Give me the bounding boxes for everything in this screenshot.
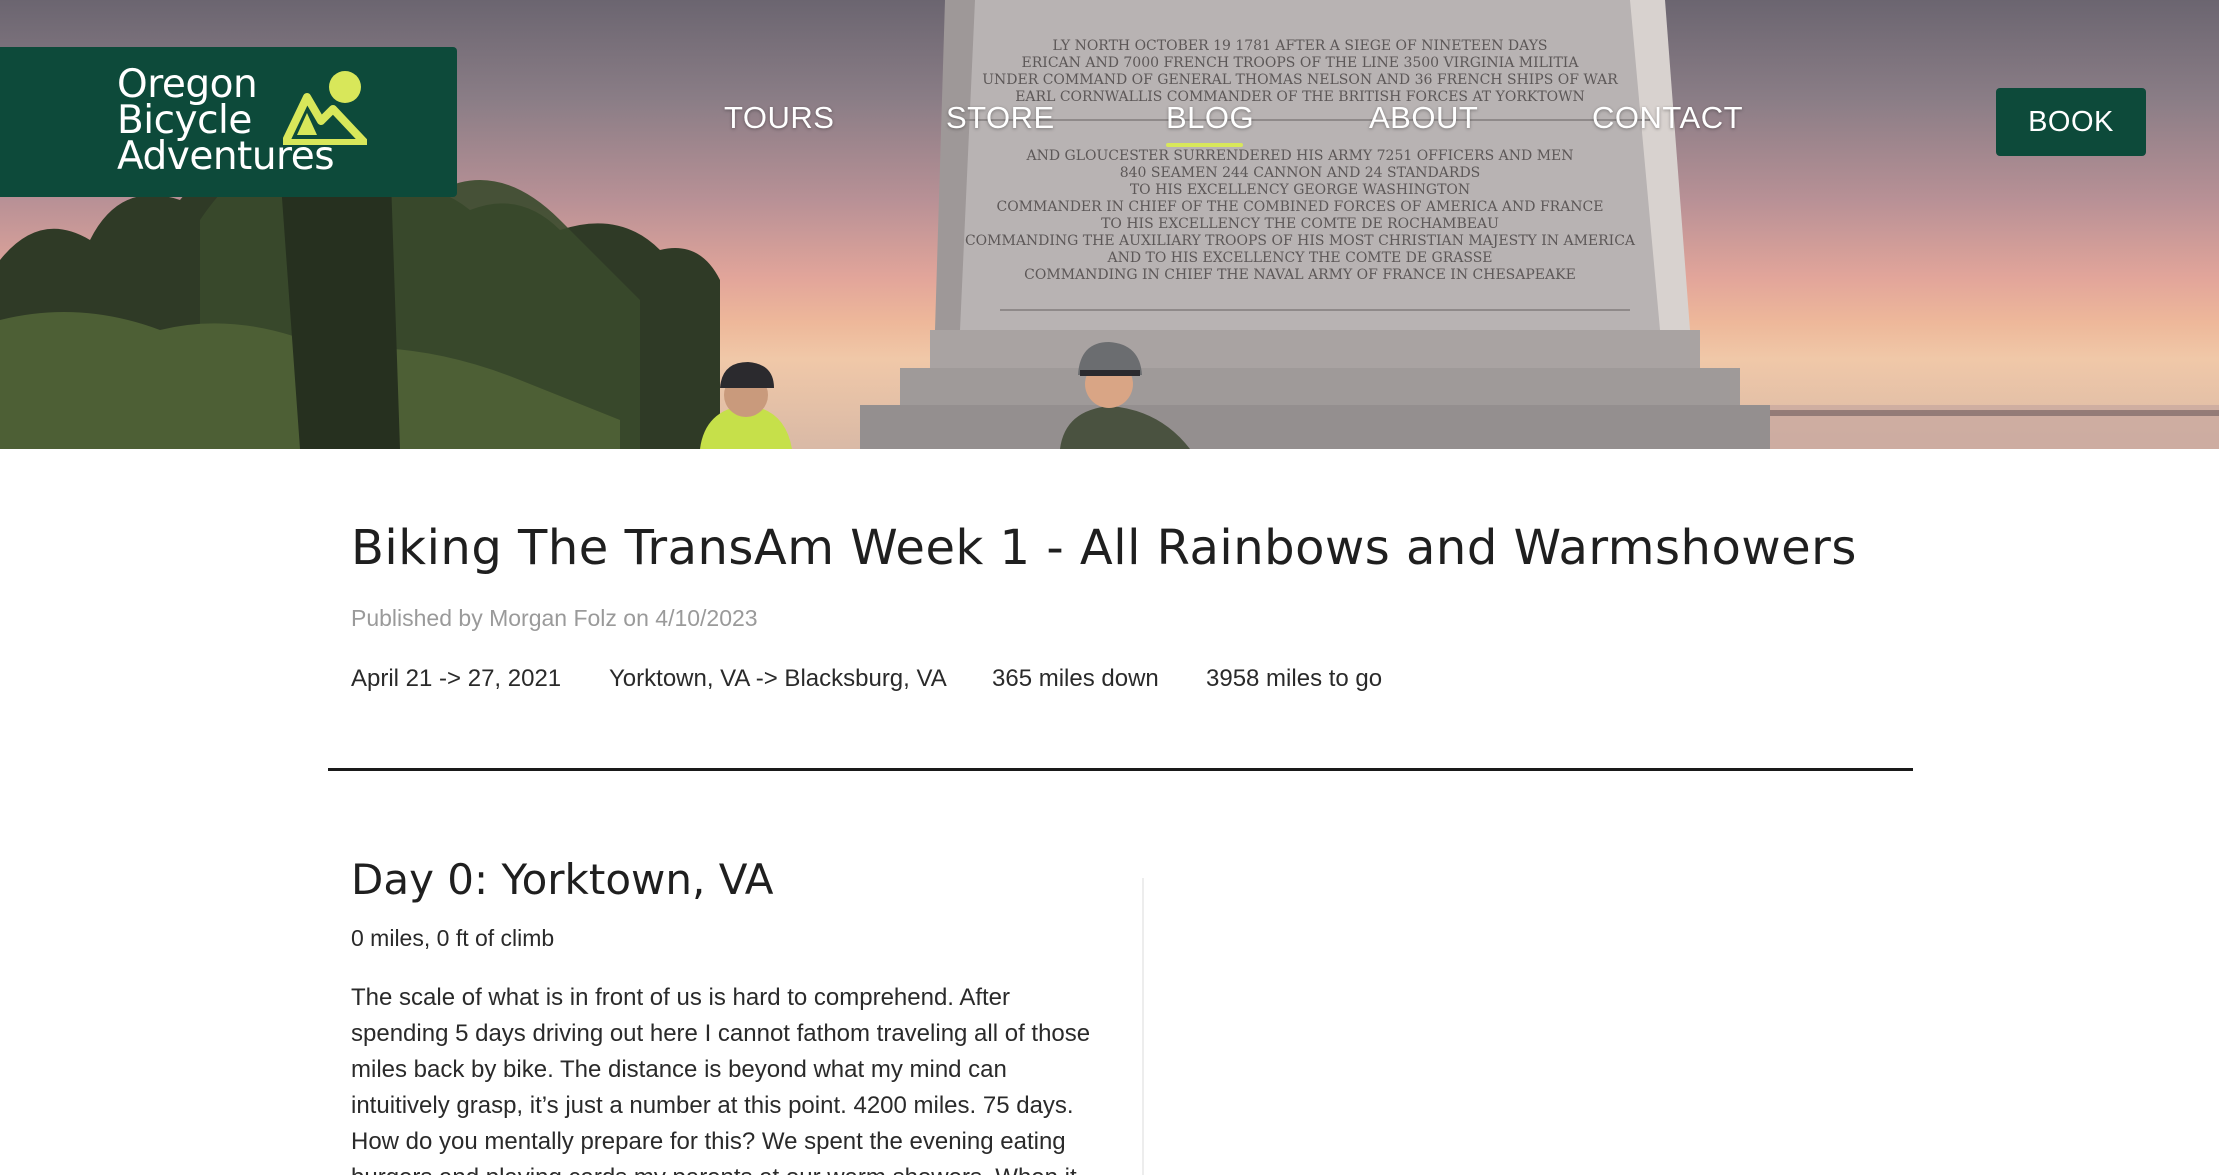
body-line: spending 5 days driving out here I canno… [351,1020,1091,1047]
inscription-line: ERICAN AND 7000 FRENCH TROOPS OF THE LIN… [1022,55,1580,71]
inscription-line: LY NORTH OCTOBER 19 1781 AFTER A SIEGE O… [1052,38,1547,54]
column-divider [1142,878,1144,1175]
inscription-line: TO HIS EXCELLENCY GEORGE WASHINGTON [1130,182,1470,198]
body-line: How do you mentally prepare for this? We… [351,1128,1066,1155]
nav-tours[interactable]: TOURS [724,100,834,136]
body-line: The scale of what is in front of us is h… [351,984,1011,1011]
body-line: intuitively grasp, it’s just a number at… [351,1092,1074,1119]
page: LY NORTH OCTOBER 19 1781 AFTER A SIEGE O… [0,0,2219,1175]
nav-blog[interactable]: BLOG [1166,100,1254,136]
inscription-line: AND GLOUCESTER SURRENDERED HIS ARMY 7251… [1025,148,1573,164]
post-title: Biking The TransAm Week 1 - All Rainbows… [351,520,1857,576]
day-stats: 0 miles, 0 ft of climb [351,925,555,951]
section-divider [328,768,1913,771]
post-route: Yorktown, VA -> Blacksburg, VA [609,665,947,692]
inscription-line: COMMANDING IN CHIEF THE NAVAL ARMY OF FR… [1024,267,1576,283]
nav-contact[interactable]: CONTACT [1592,100,1743,136]
nav-store[interactable]: STORE [946,100,1055,136]
body-line: miles back by bike. The distance is beyo… [351,1056,1007,1083]
brand-logo[interactable]: Oregon Bicycle Adventures [0,47,457,197]
post-byline: Published by Morgan Folz on 4/10/2023 [351,605,758,631]
book-button[interactable]: BOOK [1996,88,2146,156]
mountain-sun-icon [283,71,367,145]
post-dates: April 21 -> 27, 2021 [351,665,562,692]
nav-about[interactable]: ABOUT [1369,100,1478,136]
inscription-line: TO HIS EXCELLENCY THE COMTE DE ROCHAMBEA… [1101,216,1499,232]
inscription-line: EARL CORNWALLIS COMMANDER OF THE BRITISH… [1015,89,1585,105]
day-title: Day 0: Yorktown, VA [351,855,774,904]
inscription-line: UNDER COMMAND OF GENERAL THOMAS NELSON A… [982,72,1618,88]
post-miles-down: 365 miles down [992,665,1159,692]
post-miles-to-go: 3958 miles to go [1206,665,1383,692]
nav-active-indicator [1166,143,1243,147]
inscription-line: AND TO HIS EXCELLENCY THE COMTE DE GRASS… [1106,250,1492,266]
inscription-line: COMMANDER IN CHIEF OF THE COMBINED FORCE… [996,199,1603,215]
body-line: burgers and playing cards my parents at … [351,1160,1121,1175]
day-body: The scale of what is in front of us is h… [351,980,1121,1175]
inscription-line: COMMANDING THE AUXILIARY TROOPS OF HIS M… [965,233,1636,249]
inscription-line: 840 SEAMEN 244 CANNON AND 24 STANDARDS [1120,165,1481,181]
